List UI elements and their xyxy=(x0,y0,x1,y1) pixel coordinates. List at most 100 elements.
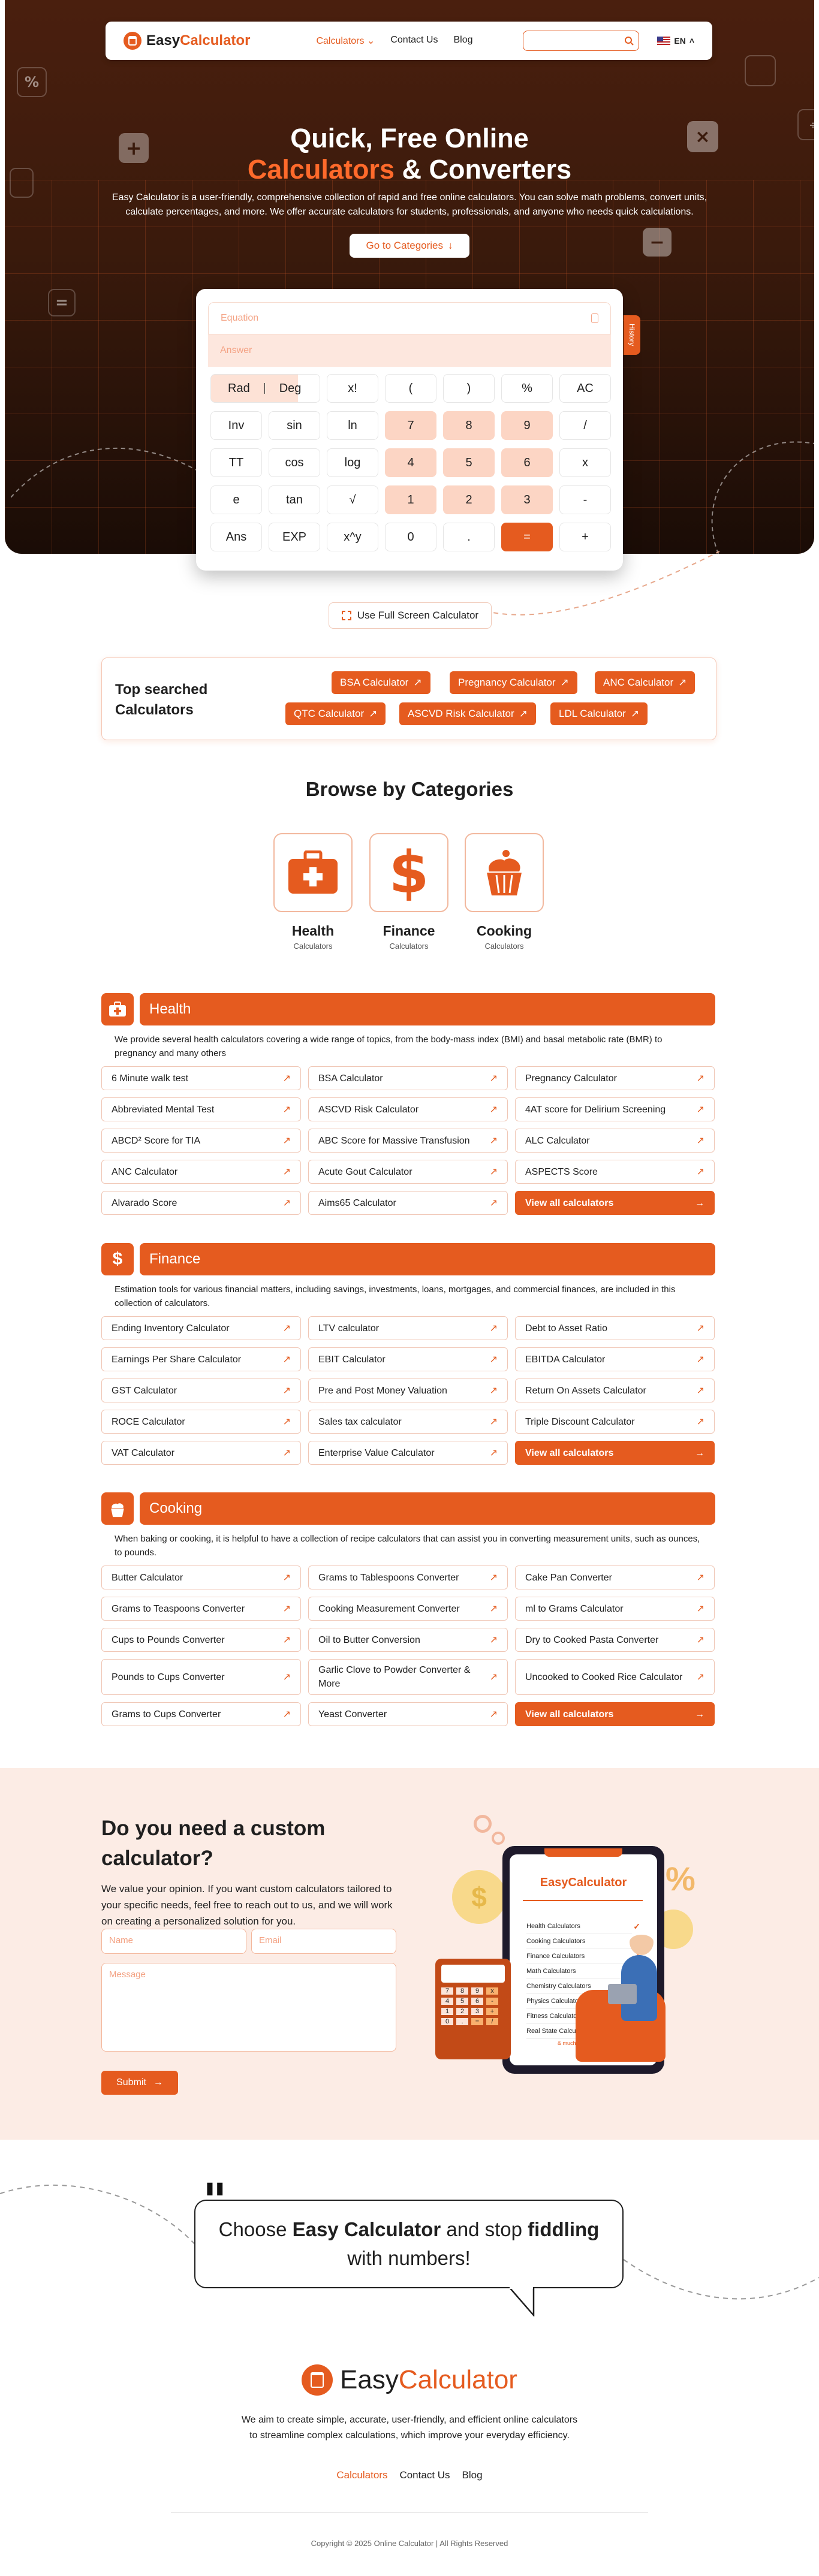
view-all-calculators-button[interactable]: View all calculators → xyxy=(515,1191,715,1215)
key-inverse[interactable]: Inv xyxy=(210,411,262,440)
email-field[interactable]: Email xyxy=(251,1929,396,1954)
category-cooking[interactable]: Cooking Calculators xyxy=(465,833,544,951)
category-card[interactable]: $ xyxy=(369,833,448,912)
key-4[interactable]: 4 xyxy=(385,448,436,477)
key-3[interactable]: 3 xyxy=(501,485,553,514)
calculator-link[interactable]: Debt to Asset Ratio ↗ xyxy=(515,1316,715,1340)
key-2[interactable]: 2 xyxy=(443,485,495,514)
search-input[interactable] xyxy=(523,31,640,51)
calculator-link[interactable]: ABCD² Score for TIA ↗ xyxy=(101,1129,301,1153)
key-log[interactable]: log xyxy=(327,448,378,477)
key-6[interactable]: 6 xyxy=(501,448,553,477)
message-field[interactable]: Message xyxy=(101,1963,396,2052)
equation-field[interactable]: Equation xyxy=(208,302,611,334)
calculator-link[interactable]: 4AT score for Delirium Screening ↗ xyxy=(515,1097,715,1121)
view-all-calculators-button[interactable]: View all calculators → xyxy=(515,1441,715,1465)
calculator-link[interactable]: ml to Grams Calculator ↗ xyxy=(515,1597,715,1621)
calculator-link[interactable]: Yeast Converter ↗ xyxy=(308,1702,508,1726)
calculator-link[interactable]: Grams to Cups Converter ↗ xyxy=(101,1702,301,1726)
chip-qtc-calculator[interactable]: QTC Calculator ↗ xyxy=(285,702,386,725)
footer-logo[interactable]: EasyCalculator xyxy=(0,2364,819,2396)
calculator-link[interactable]: ALC Calculator ↗ xyxy=(515,1129,715,1153)
go-to-categories-button[interactable]: Go to Categories ↓ xyxy=(350,234,469,258)
footer-link-contact-us[interactable]: Contact Us xyxy=(399,2469,450,2481)
copy-icon[interactable] xyxy=(591,313,598,323)
key-multiply[interactable]: x xyxy=(559,448,611,477)
site-logo[interactable]: Easy Calculator xyxy=(124,32,250,50)
chip-ldl-calculator[interactable]: LDL Calculator ↗ xyxy=(550,702,648,725)
calculator-link[interactable]: EBITDA Calculator ↗ xyxy=(515,1347,715,1371)
category-finance[interactable]: $ Finance Calculators xyxy=(369,833,448,951)
key-8[interactable]: 8 xyxy=(443,411,495,440)
calculator-link[interactable]: ANC Calculator ↗ xyxy=(101,1160,301,1184)
calculator-link[interactable]: Triple Discount Calculator ↗ xyxy=(515,1410,715,1434)
key-pi[interactable]: TT xyxy=(210,448,262,477)
calculator-link[interactable]: Enterprise Value Calculator ↗ xyxy=(308,1441,508,1465)
nav-link-blog[interactable]: Blog xyxy=(453,35,472,47)
history-tab[interactable]: History xyxy=(624,315,640,355)
key-1[interactable]: 1 xyxy=(385,485,436,514)
calculator-link[interactable]: Oil to Butter Conversion ↗ xyxy=(308,1628,508,1652)
calculator-link[interactable]: Grams to Teaspoons Converter ↗ xyxy=(101,1597,301,1621)
calculator-link[interactable]: Butter Calculator ↗ xyxy=(101,1565,301,1589)
view-all-calculators-button[interactable]: View all calculators → xyxy=(515,1702,715,1726)
key-e[interactable]: e xyxy=(210,485,262,514)
calculator-link[interactable]: GST Calculator ↗ xyxy=(101,1379,301,1402)
key-sqrt[interactable]: √ xyxy=(327,485,378,514)
key-ans[interactable]: Ans xyxy=(210,523,262,551)
calculator-link[interactable]: ASPECTS Score ↗ xyxy=(515,1160,715,1184)
key-tan[interactable]: tan xyxy=(269,485,320,514)
chip-bsa-calculator[interactable]: BSA Calculator ↗ xyxy=(332,671,430,694)
language-selector[interactable]: EN ˄ xyxy=(657,36,694,46)
key-open-paren[interactable]: ( xyxy=(385,374,436,403)
calculator-link[interactable]: Return On Assets Calculator ↗ xyxy=(515,1379,715,1402)
key-power[interactable]: x^y xyxy=(327,523,378,551)
calculator-link[interactable]: Cups to Pounds Converter ↗ xyxy=(101,1628,301,1652)
key-sin[interactable]: sin xyxy=(269,411,320,440)
footer-link-calculators[interactable]: Calculators xyxy=(336,2469,387,2481)
key-percent[interactable]: % xyxy=(501,374,553,403)
calculator-link[interactable]: Acute Gout Calculator ↗ xyxy=(308,1160,508,1184)
category-health[interactable]: Health Calculators xyxy=(273,833,353,951)
calculator-link[interactable]: BSA Calculator ↗ xyxy=(308,1066,508,1090)
key-factorial[interactable]: x! xyxy=(327,374,378,403)
calculator-link[interactable]: Pregnancy Calculator ↗ xyxy=(515,1066,715,1090)
calculator-link[interactable]: Garlic Clove to Powder Converter & More ↗ xyxy=(308,1659,508,1695)
full-screen-calculator-button[interactable]: Use Full Screen Calculator xyxy=(329,602,492,629)
nav-link-calculators[interactable]: Calculators ⌄ xyxy=(316,35,375,47)
key-close-paren[interactable]: ) xyxy=(443,374,495,403)
calculator-link[interactable]: Uncooked to Cooked Rice Calculator ↗ xyxy=(515,1659,715,1695)
name-field[interactable]: Name xyxy=(101,1929,246,1954)
category-card[interactable] xyxy=(273,833,353,912)
calculator-link[interactable]: Pounds to Cups Converter ↗ xyxy=(101,1659,301,1695)
calculator-link[interactable]: Pre and Post Money Valuation ↗ xyxy=(308,1379,508,1402)
calculator-link[interactable]: Cake Pan Converter ↗ xyxy=(515,1565,715,1589)
key-divide[interactable]: / xyxy=(559,411,611,440)
key-9[interactable]: 9 xyxy=(501,411,553,440)
chip-ascvd-risk-calculator[interactable]: ASCVD Risk Calculator ↗ xyxy=(399,702,536,725)
calculator-link[interactable]: Ending Inventory Calculator ↗ xyxy=(101,1316,301,1340)
calculator-link[interactable]: Dry to Cooked Pasta Converter ↗ xyxy=(515,1628,715,1652)
chip-anc-calculator[interactable]: ANC Calculator ↗ xyxy=(595,671,695,694)
footer-link-blog[interactable]: Blog xyxy=(462,2469,483,2481)
rad-deg-toggle[interactable]: Rad Deg xyxy=(210,374,320,403)
calculator-link[interactable]: Aims65 Calculator ↗ xyxy=(308,1191,508,1215)
chip-pregnancy-calculator[interactable]: Pregnancy Calculator ↗ xyxy=(450,671,577,694)
calculator-link[interactable]: ABC Score for Massive Transfusion ↗ xyxy=(308,1129,508,1153)
key-7[interactable]: 7 xyxy=(385,411,436,440)
key-exp[interactable]: EXP xyxy=(269,523,320,551)
nav-link-contact-us[interactable]: Contact Us xyxy=(390,35,438,47)
calculator-link[interactable]: 6 Minute walk test ↗ xyxy=(101,1066,301,1090)
calculator-link[interactable]: LTV calculator ↗ xyxy=(308,1316,508,1340)
submit-button[interactable]: Submit → xyxy=(101,2071,178,2095)
calculator-link[interactable]: Earnings Per Share Calculator ↗ xyxy=(101,1347,301,1371)
calculator-link[interactable]: Grams to Tablespoons Converter ↗ xyxy=(308,1565,508,1589)
key-0[interactable]: 0 xyxy=(385,523,436,551)
calculator-link[interactable]: Sales tax calculator ↗ xyxy=(308,1410,508,1434)
category-card[interactable] xyxy=(465,833,544,912)
calculator-link[interactable]: Alvarado Score ↗ xyxy=(101,1191,301,1215)
calculator-link[interactable]: Cooking Measurement Converter ↗ xyxy=(308,1597,508,1621)
calculator-link[interactable]: EBIT Calculator ↗ xyxy=(308,1347,508,1371)
key-5[interactable]: 5 xyxy=(443,448,495,477)
calculator-link[interactable]: VAT Calculator ↗ xyxy=(101,1441,301,1465)
